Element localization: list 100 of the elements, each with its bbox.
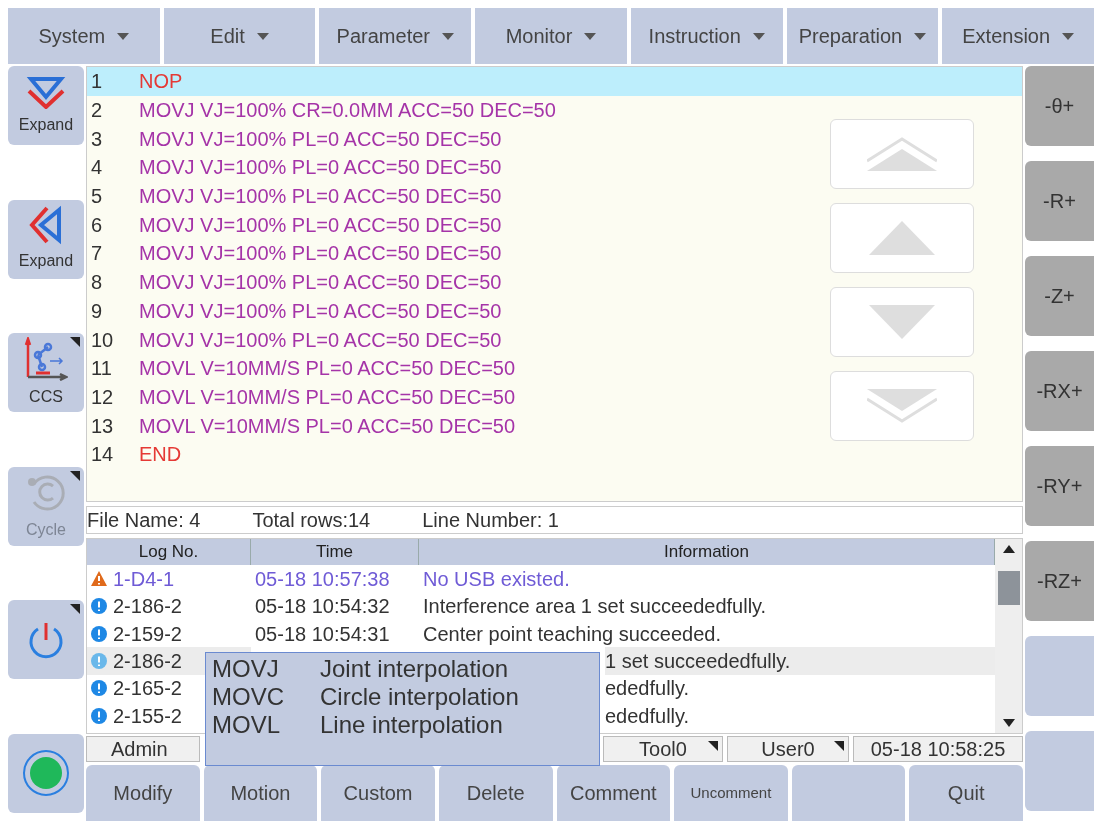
jog-button[interactable]: -θ+ [1025, 66, 1094, 146]
caret-icon [752, 32, 765, 40]
blank-button[interactable] [791, 765, 906, 821]
user-frame-text: User0 [761, 737, 815, 763]
tool-field[interactable]: Tool0 [603, 736, 723, 763]
menu-button[interactable]: Monitor [475, 8, 627, 64]
line-number: 9 [90, 298, 104, 324]
log-information: Interference area 1 set succeededfully. [423, 594, 768, 620]
program-line[interactable]: 2 MOVJ VJ=100% CR=0.0MM ACC=50 DEC=50 [87, 95, 1022, 125]
line-number: 5 [90, 184, 104, 210]
instruction-text: MOVJ VJ=100% PL=0 ACC=50 DEC=50 [139, 270, 502, 296]
line-number: 6 [90, 212, 104, 238]
line-number: 8 [90, 270, 104, 296]
jog-button[interactable]: -Z+ [1025, 256, 1094, 336]
log-number: 2-186-2 [113, 648, 182, 674]
side-button[interactable]: Expand [8, 199, 84, 279]
program-line[interactable]: 14 END [87, 439, 1022, 469]
side-button[interactable] [8, 600, 84, 680]
jog-button[interactable]: -RZ+ [1025, 541, 1094, 621]
corner-triangle-icon [70, 337, 80, 348]
jog-button[interactable]: -R+ [1025, 161, 1094, 241]
scroll-up-arrow-icon [1002, 545, 1015, 554]
instruction-text: MOVJ VJ=100% PL=0 ACC=50 DEC=50 [139, 241, 502, 267]
scrollbar-thumb[interactable] [997, 571, 1020, 606]
down-triangle-icon [869, 305, 935, 339]
scrollbar[interactable] [995, 539, 1022, 734]
log-information: Center point teaching succeeded. [423, 621, 722, 647]
popup-item[interactable]: MOVL Line interpolation [212, 711, 599, 739]
popup-item[interactable]: MOVC Circle interpolation [212, 683, 599, 711]
instruction-text: MOVL V=10MM/S PL=0 ACC=50 DEC=50 [139, 356, 516, 382]
action-button[interactable]: Motion [203, 765, 318, 821]
user-frame-field[interactable]: User0 [727, 736, 849, 763]
corner-triangle-icon [70, 604, 80, 615]
log-number-cell[interactable]: 1-D4-1 [87, 565, 251, 593]
action-button[interactable]: Quit [909, 765, 1023, 821]
program-line[interactable]: 12 MOVL V=10MM/S PL=0 ACC=50 DEC=50 [87, 382, 1022, 412]
info-icon [91, 598, 107, 615]
column-header: Log No. [87, 539, 251, 566]
menu-button[interactable]: Edit [163, 8, 316, 64]
log-time: 05-18 10:54:31 [255, 622, 390, 645]
column-header: Time [251, 539, 419, 566]
menu-button[interactable]: Preparation [786, 8, 939, 64]
log-number-cell[interactable]: 2-186-2 [87, 592, 251, 620]
scroll-button[interactable] [830, 119, 974, 189]
action-button[interactable]: Custom [321, 765, 435, 821]
log-number: 2-155-2 [113, 703, 182, 729]
info-text: File Name: 4 [87, 508, 201, 534]
caret-icon [584, 32, 597, 40]
action-button[interactable]: Modify [86, 765, 200, 821]
instruction-text: NOP [139, 69, 183, 95]
info-icon [91, 625, 107, 642]
side-button[interactable]: CCS [8, 333, 84, 413]
program-line[interactable]: 3 MOVJ VJ=100% PL=0 ACC=50 DEC=50 [87, 124, 1022, 154]
action-button[interactable]: Uncomment [674, 765, 788, 821]
tool-text: Tool0 [639, 737, 687, 763]
user-text: Admin [111, 737, 168, 763]
instruction-text: END [139, 442, 182, 468]
program-line[interactable]: 11 MOVL V=10MM/S PL=0 ACC=50 DEC=50 [87, 353, 1022, 383]
corner-triangle-icon [834, 741, 844, 752]
program-line[interactable]: 6 MOVJ VJ=100% PL=0 ACC=50 DEC=50 [87, 210, 1022, 240]
menu-button[interactable]: Extension [942, 8, 1094, 64]
line-number: 14 [90, 442, 115, 468]
line-number: 3 [90, 126, 104, 152]
caret-icon [256, 32, 269, 40]
program-line[interactable]: 13 MOVL V=10MM/S PL=0 ACC=50 DEC=50 [87, 411, 1022, 440]
scroll-button[interactable] [830, 371, 974, 441]
instruction-text: MOVL V=10MM/S PL=0 ACC=50 DEC=50 [139, 384, 516, 410]
info-text: Total rows:14 [252, 508, 371, 534]
program-line[interactable]: 8 MOVJ VJ=100% PL=0 ACC=50 DEC=50 [87, 267, 1022, 297]
line-number: 12 [90, 384, 115, 410]
log-number: 2-186-2 [113, 594, 182, 620]
info-icon [91, 680, 107, 697]
instruction-text: MOVJ VJ=100% PL=0 ACC=50 DEC=50 [139, 327, 502, 353]
log-number-cell[interactable]: 2-159-2 [87, 619, 251, 648]
action-button[interactable]: Comment [556, 765, 671, 821]
menu-button[interactable]: Instruction [630, 8, 783, 64]
jog-button[interactable]: -RY+ [1025, 446, 1094, 526]
line-number: 10 [90, 327, 115, 353]
datetime: 05-18 10:58:25 [853, 736, 1023, 763]
double-up-triangle-icon [867, 137, 937, 171]
double-down-triangle-icon [867, 389, 937, 423]
action-button[interactable]: Delete [438, 765, 553, 821]
jog-button[interactable]: -RX+ [1025, 351, 1094, 431]
line-number: 2 [90, 98, 104, 124]
program-line[interactable]: 5 MOVJ VJ=100% PL=0 ACC=50 DEC=50 [87, 181, 1022, 211]
program-line[interactable]: 4 MOVJ VJ=100% PL=0 ACC=50 DEC=50 [87, 153, 1022, 182]
program-line[interactable]: 9 MOVJ VJ=100% PL=0 ACC=50 DEC=50 [87, 296, 1022, 326]
program-line[interactable]: 7 MOVJ VJ=100% PL=0 ACC=50 DEC=50 [87, 239, 1022, 268]
log-number: 2-165-2 [113, 676, 182, 702]
menu-button[interactable]: System [8, 8, 160, 64]
program-line[interactable]: 10 MOVJ VJ=100% PL=0 ACC=50 DEC=50 [87, 325, 1022, 354]
side-button[interactable]: Expand [8, 66, 84, 145]
log-time: 05-18 10:54:32 [255, 595, 390, 618]
menu-button[interactable]: Parameter [319, 8, 472, 64]
scroll-button[interactable] [830, 203, 974, 273]
user-field[interactable]: Admin [86, 736, 200, 763]
up-triangle-icon [869, 221, 935, 255]
scroll-button[interactable] [830, 287, 974, 357]
side-button[interactable] [8, 733, 84, 813]
blank-button[interactable] [1025, 731, 1094, 811]
